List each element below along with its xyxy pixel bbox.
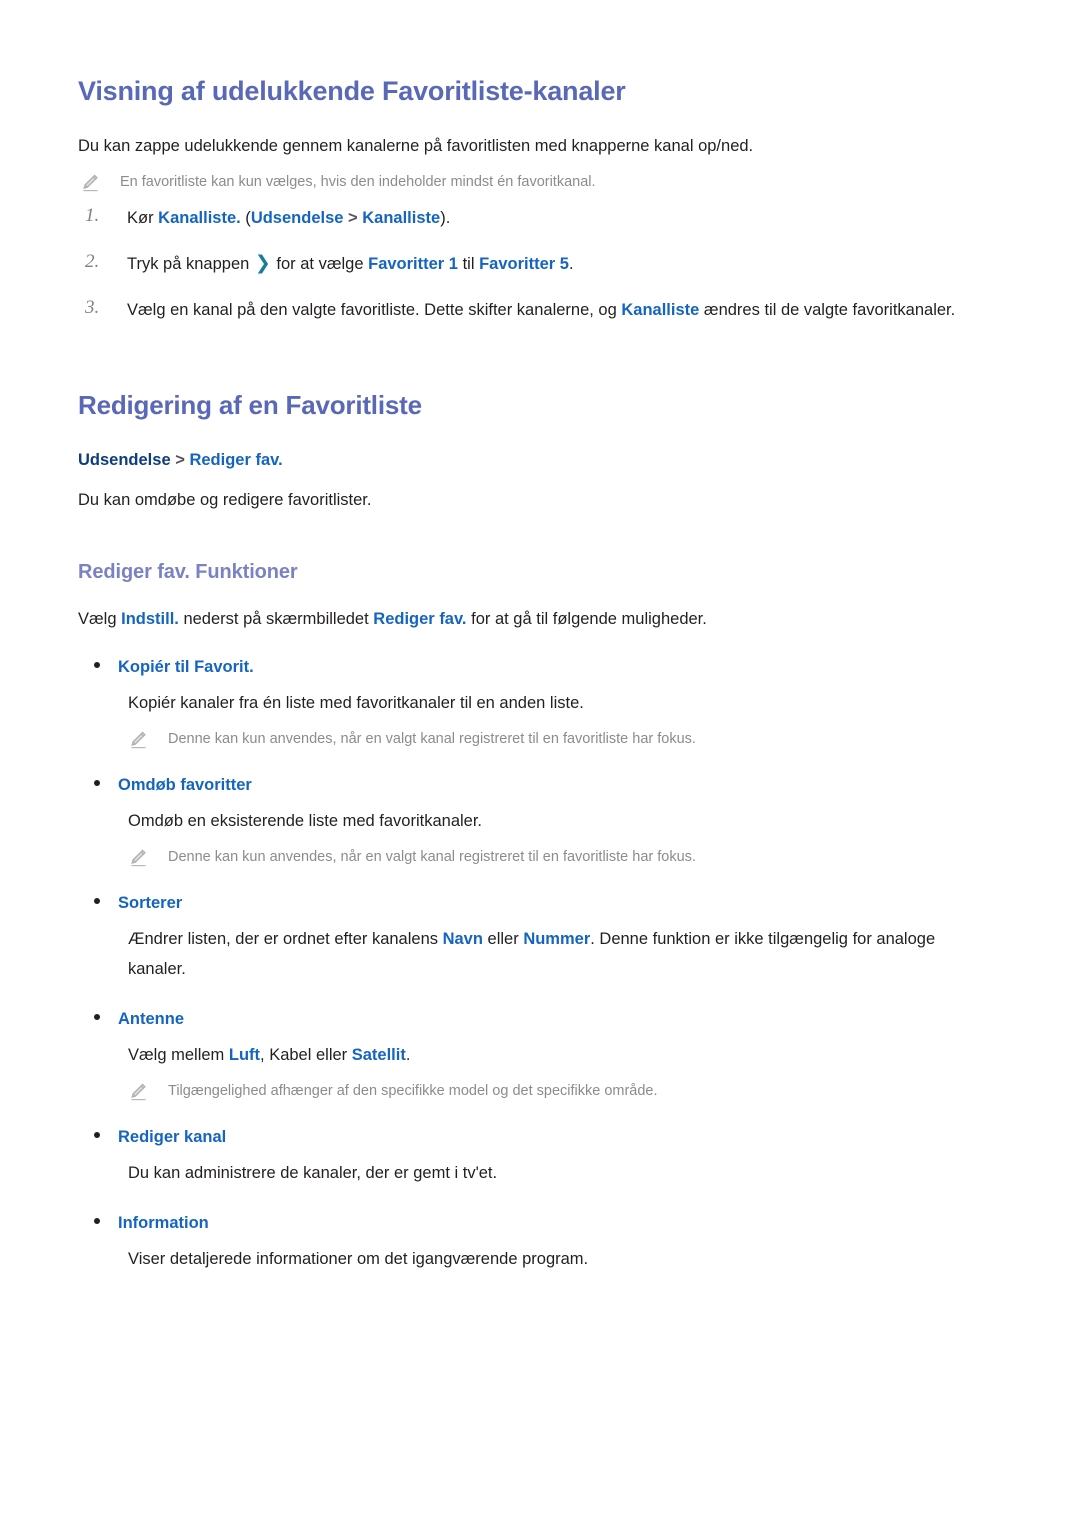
text-run: Kør [127,209,159,227]
text-run: , Kabel eller [260,1046,352,1064]
step-text: Kør Kanalliste. (Udsendelse > Kanalliste… [127,203,450,233]
text-run: Navn [442,930,483,948]
note-row: Denne kan kun anvendes, når en valgt kan… [78,728,980,750]
option-header: Antenne [78,1008,980,1030]
text-run: for at vælge [271,255,369,273]
text-run: ). [440,209,451,227]
step-item: 1. Kør Kanalliste. (Udsendelse > Kanalli… [78,203,980,233]
text-run: Favoritter 1 [368,255,458,273]
breadcrumb-separator: > [170,451,190,469]
note-text: Tilgængelighed afhænger af den specifikk… [168,1083,658,1099]
option-header: Kopiér til Favorit. [78,656,980,678]
step-item: 3. Vælg en kanal på den valgte favoritli… [78,295,980,325]
text-run: Udsendelse [250,209,344,227]
text-run: Vælg [78,610,122,628]
text-run: Favoritter 5 [479,255,569,273]
step-number: 3. [85,297,100,318]
text-run: Luft [228,1046,261,1064]
note-row: En favoritliste kan kun vælges, hvis den… [78,171,980,193]
text-run: Satellit [351,1046,406,1064]
step-item: 2. Tryk på knappen ❯ for at vælge Favori… [78,249,980,279]
section1-intro: Du kan zappe udelukkende gennem kanalern… [78,137,754,155]
option-body: Ændrer listen, der er ordnet efter kanal… [78,924,980,984]
bullet-dot-icon [94,1132,100,1138]
text-run: eller [482,930,524,948]
text-run: ❯ [254,253,271,274]
option-body: Du kan administrere de kanaler, der er g… [78,1158,980,1188]
text-run: for at gå til følgende muligheder. [466,610,707,628]
step-number: 1. [85,205,100,226]
option-body: Vælg mellem Luft, Kabel eller Satellit. [78,1040,980,1070]
text-run: Du kan administrere de kanaler, der er g… [128,1164,498,1182]
option-body: Viser detaljerede informationer om det i… [78,1244,980,1274]
text-run: Viser detaljerede informationer om det i… [128,1250,589,1268]
option-label: Rediger kanal [118,1128,227,1146]
option-body: Kopiér kanaler fra én liste med favoritk… [78,688,980,718]
text-run: Ændrer listen, der er ordnet efter kanal… [128,930,443,948]
section2-title: Redigering af en Favoritliste [78,390,422,420]
breadcrumb-root: Udsendelse [78,451,171,469]
text-run: Rediger fav. [373,610,467,628]
option-header: Information [78,1212,980,1234]
option-block: Information Viser detaljerede informatio… [78,1212,980,1274]
pencil-icon [128,730,150,750]
section2-lead: Vælg Indstill. nederst på skærmbilledet … [78,607,956,632]
option-block: Sorterer Ændrer listen, der er ordnet ef… [78,892,980,984]
bullet-dot-icon [94,1014,100,1020]
note-text: Denne kan kun anvendes, når en valgt kan… [168,849,696,865]
bullet-dot-icon [94,1218,100,1224]
option-block: Antenne Vælg mellem Luft, Kabel eller Sa… [78,1008,980,1102]
bullet-dot-icon [94,780,100,786]
text-run: Indstill. [121,610,179,628]
section2-subtitle: Rediger fav. Funktioner [78,561,298,583]
document-page: Visning af udelukkende Favoritliste-kana… [0,0,1080,1527]
text-run: Kanalliste [362,209,441,227]
option-label: Sorterer [118,894,183,912]
note-text: Denne kan kun anvendes, når en valgt kan… [168,731,696,747]
pencil-icon [128,848,150,868]
text-run: Omdøb en eksisterende liste med favoritk… [128,812,483,830]
text-run: Vælg mellem [128,1046,229,1064]
breadcrumb: Udsendelse > Rediger fav. [78,448,980,472]
option-header: Omdøb favoritter [78,774,980,796]
step-text: Tryk på knappen ❯ for at vælge Favoritte… [127,249,574,279]
option-label: Omdøb favoritter [118,776,252,794]
step-text: Vælg en kanal på den valgte favoritliste… [127,295,955,325]
text-run: . [568,255,574,273]
note-row: Tilgængelighed afhænger af den specifikk… [78,1080,980,1102]
note-row: Denne kan kun anvendes, når en valgt kan… [78,846,980,868]
option-block: Omdøb favoritter Omdøb en eksisterende l… [78,774,980,868]
text-run: Vælg en kanal på den valgte favoritliste… [127,301,622,319]
option-label: Information [118,1214,209,1232]
option-label: Antenne [118,1010,184,1028]
page-title: Visning af udelukkende Favoritliste-kana… [78,76,626,106]
bullet-dot-icon [94,662,100,668]
option-header: Sorterer [78,892,980,914]
option-block: Kopiér til Favorit. Kopiér kanaler fra é… [78,656,980,750]
text-run: Kanalliste [621,301,700,319]
pencil-icon [80,173,102,193]
text-run: til [457,255,480,273]
option-body: Omdøb en eksisterende liste med favoritk… [78,806,980,836]
text-run: > [343,209,363,227]
text-run: Kopiér kanaler fra én liste med favoritk… [128,694,584,712]
step-number: 2. [85,251,100,272]
bullet-dot-icon [94,898,100,904]
option-label: Kopiér til Favorit. [118,658,254,676]
text-run: Tryk på knappen [127,255,254,273]
options-list: Kopiér til Favorit. Kopiér kanaler fra é… [78,656,980,1274]
option-block: Rediger kanal Du kan administrere de kan… [78,1126,980,1188]
pencil-icon [128,1082,150,1102]
ordered-steps: 1. Kør Kanalliste. (Udsendelse > Kanalli… [78,203,980,325]
section2-intro: Du kan omdøbe og redigere favoritlister. [78,491,372,509]
text-run: nederst på skærmbilledet [178,610,374,628]
text-run: ( [240,209,251,227]
text-run: ændres til de valgte favoritkanaler. [699,301,956,319]
text-run: Nummer [523,930,591,948]
text-run: Kanalliste. [158,209,241,227]
note-text: En favoritliste kan kun vælges, hvis den… [120,174,596,190]
breadcrumb-leaf: Rediger fav. [189,451,283,469]
option-header: Rediger kanal [78,1126,980,1148]
text-run: . [405,1046,411,1064]
